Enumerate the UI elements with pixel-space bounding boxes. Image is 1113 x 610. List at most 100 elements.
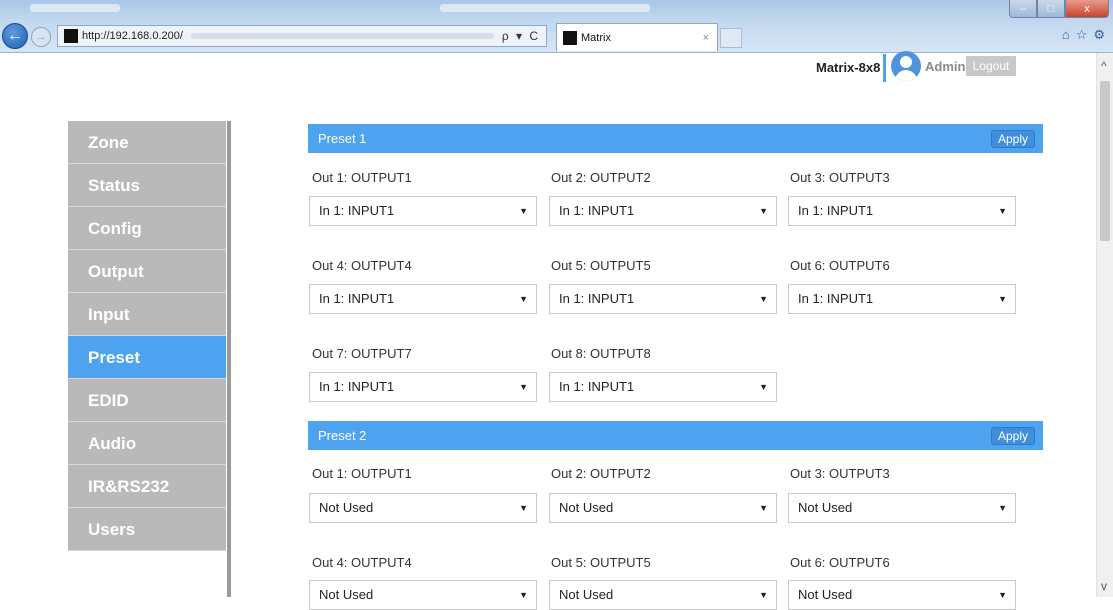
tab-close-icon[interactable]: × xyxy=(703,32,709,44)
sidebar-item-edid[interactable]: EDID xyxy=(68,379,226,422)
blurred-title xyxy=(440,4,650,12)
favicon-icon xyxy=(563,30,577,45)
maximize-button[interactable]: □ xyxy=(1037,0,1065,18)
output-label: Out 4: OUTPUT4 xyxy=(312,258,412,273)
output-label: Out 5: OUTPUT5 xyxy=(551,555,651,570)
apply-button[interactable]: Apply xyxy=(990,427,1035,445)
chevron-down-icon: ▼ xyxy=(519,206,528,216)
select-value: In 1: INPUT1 xyxy=(319,291,395,306)
output-label: Out 5: OUTPUT5 xyxy=(551,258,651,273)
tab-title: Matrix xyxy=(581,31,611,44)
scroll-thumb[interactable] xyxy=(1100,81,1110,241)
select-value: Not Used xyxy=(559,500,614,515)
output-label: Out 2: OUTPUT2 xyxy=(551,466,651,481)
blurred-toolbar xyxy=(190,33,494,39)
preset-title: Preset 2 xyxy=(318,428,367,443)
url-text: http://192.168.0.200/ xyxy=(82,30,183,42)
chevron-down-icon: ▼ xyxy=(519,294,528,304)
chevron-down-icon: ▼ xyxy=(759,503,768,513)
chevron-down-icon: ▼ xyxy=(998,503,1007,513)
select-value: Not Used xyxy=(319,500,374,515)
sidebar-item-preset[interactable]: Preset xyxy=(68,336,226,379)
chevron-down-icon: ▼ xyxy=(759,590,768,600)
apply-button[interactable]: Apply xyxy=(990,130,1035,148)
favicon-icon xyxy=(64,29,78,43)
input-select[interactable]: Not Used ▼ xyxy=(788,580,1016,610)
search-refresh-icons[interactable]: ρ ▾ C xyxy=(502,29,540,43)
header-separator xyxy=(883,54,886,82)
input-select[interactable]: Not Used ▼ xyxy=(309,493,537,523)
home-icon[interactable]: ⌂ xyxy=(1062,27,1070,43)
user-avatar-icon xyxy=(891,51,921,81)
address-bar[interactable]: http://192.168.0.200/ ρ ▾ C xyxy=(57,25,547,47)
chevron-down-icon: ▼ xyxy=(519,590,528,600)
sidebar-item-zone[interactable]: Zone xyxy=(68,121,226,164)
new-tab-button[interactable] xyxy=(720,28,742,48)
input-select[interactable]: In 1: INPUT1 ▼ xyxy=(309,372,537,402)
input-select[interactable]: Not Used ▼ xyxy=(549,493,777,523)
back-arrow-icon[interactable]: ← xyxy=(2,23,28,49)
chevron-down-icon: ▼ xyxy=(998,590,1007,600)
output-label: Out 6: OUTPUT6 xyxy=(790,555,890,570)
output-label: Out 4: OUTPUT4 xyxy=(312,555,412,570)
sidebar-item-input[interactable]: Input xyxy=(68,293,226,336)
input-select[interactable]: In 1: INPUT1 ▼ xyxy=(549,196,777,226)
preset-header: Preset 1 Apply xyxy=(308,124,1043,153)
sidebar-item-users[interactable]: Users xyxy=(68,508,226,551)
scroll-down-icon[interactable]: v xyxy=(1101,579,1107,593)
sidebar-item-config[interactable]: Config xyxy=(68,207,226,250)
select-value: Not Used xyxy=(798,587,853,602)
content-divider xyxy=(227,121,231,597)
user-name: Admin xyxy=(925,59,966,74)
sidebar-item-ir-rs232[interactable]: IR&RS232 xyxy=(68,465,226,508)
sidebar-item-output[interactable]: Output xyxy=(68,250,226,293)
browser-tool-icons: ⌂ ☆ ⚙ xyxy=(1062,27,1105,43)
page-scrollbar[interactable]: ^ v xyxy=(1096,53,1113,597)
input-select[interactable]: In 1: INPUT1 ▼ xyxy=(788,284,1016,314)
output-label: Out 6: OUTPUT6 xyxy=(790,258,890,273)
navigation-row: ← → http://192.168.0.200/ ρ ▾ C Matrix ×… xyxy=(0,20,1113,52)
input-select[interactable]: Not Used ▼ xyxy=(549,580,777,610)
browser-chrome: – □ x ← → http://192.168.0.200/ ρ ▾ C Ma… xyxy=(0,0,1113,53)
select-value: In 1: INPUT1 xyxy=(559,291,635,306)
preset-title: Preset 1 xyxy=(318,131,367,146)
input-select[interactable]: In 1: INPUT1 ▼ xyxy=(549,372,777,402)
star-icon[interactable]: ☆ xyxy=(1076,27,1088,43)
logout-button[interactable]: Logout xyxy=(966,56,1016,76)
select-value: In 1: INPUT1 xyxy=(319,379,395,394)
input-select[interactable]: In 1: INPUT1 ▼ xyxy=(788,196,1016,226)
input-select[interactable]: In 1: INPUT1 ▼ xyxy=(549,284,777,314)
input-select[interactable]: Not Used ▼ xyxy=(788,493,1016,523)
output-label: Out 8: OUTPUT8 xyxy=(551,346,651,361)
output-label: Out 1: OUTPUT1 xyxy=(312,466,412,481)
select-value: In 1: INPUT1 xyxy=(559,203,635,218)
select-value: Not Used xyxy=(319,587,374,602)
input-select[interactable]: In 1: INPUT1 ▼ xyxy=(309,196,537,226)
window-controls: – □ x xyxy=(1009,0,1109,18)
close-window-button[interactable]: x xyxy=(1065,0,1109,18)
device-name: Matrix-8x8 xyxy=(816,60,881,75)
chevron-down-icon: ▼ xyxy=(998,294,1007,304)
output-label: Out 3: OUTPUT3 xyxy=(790,466,890,481)
title-bar xyxy=(0,0,1010,20)
input-select[interactable]: Not Used ▼ xyxy=(309,580,537,610)
select-value: Not Used xyxy=(798,500,853,515)
sidebar-item-audio[interactable]: Audio xyxy=(68,422,226,465)
tab-matrix[interactable]: Matrix × xyxy=(556,23,718,51)
select-value: In 1: INPUT1 xyxy=(319,203,395,218)
output-label: Out 3: OUTPUT3 xyxy=(790,170,890,185)
output-label: Out 7: OUTPUT7 xyxy=(312,346,412,361)
select-value: In 1: INPUT1 xyxy=(559,379,635,394)
input-select[interactable]: In 1: INPUT1 ▼ xyxy=(309,284,537,314)
scroll-up-icon[interactable]: ^ xyxy=(1101,59,1107,73)
gear-icon[interactable]: ⚙ xyxy=(1093,27,1105,43)
select-value: In 1: INPUT1 xyxy=(798,203,874,218)
output-label: Out 2: OUTPUT2 xyxy=(551,170,651,185)
sidebar-item-status[interactable]: Status xyxy=(68,164,226,207)
blurred-title xyxy=(30,4,120,12)
avatar-body xyxy=(895,70,917,81)
forward-arrow-icon[interactable]: → xyxy=(31,27,51,47)
chevron-down-icon: ▼ xyxy=(759,382,768,392)
minimize-button[interactable]: – xyxy=(1009,0,1037,18)
chevron-down-icon: ▼ xyxy=(998,206,1007,216)
